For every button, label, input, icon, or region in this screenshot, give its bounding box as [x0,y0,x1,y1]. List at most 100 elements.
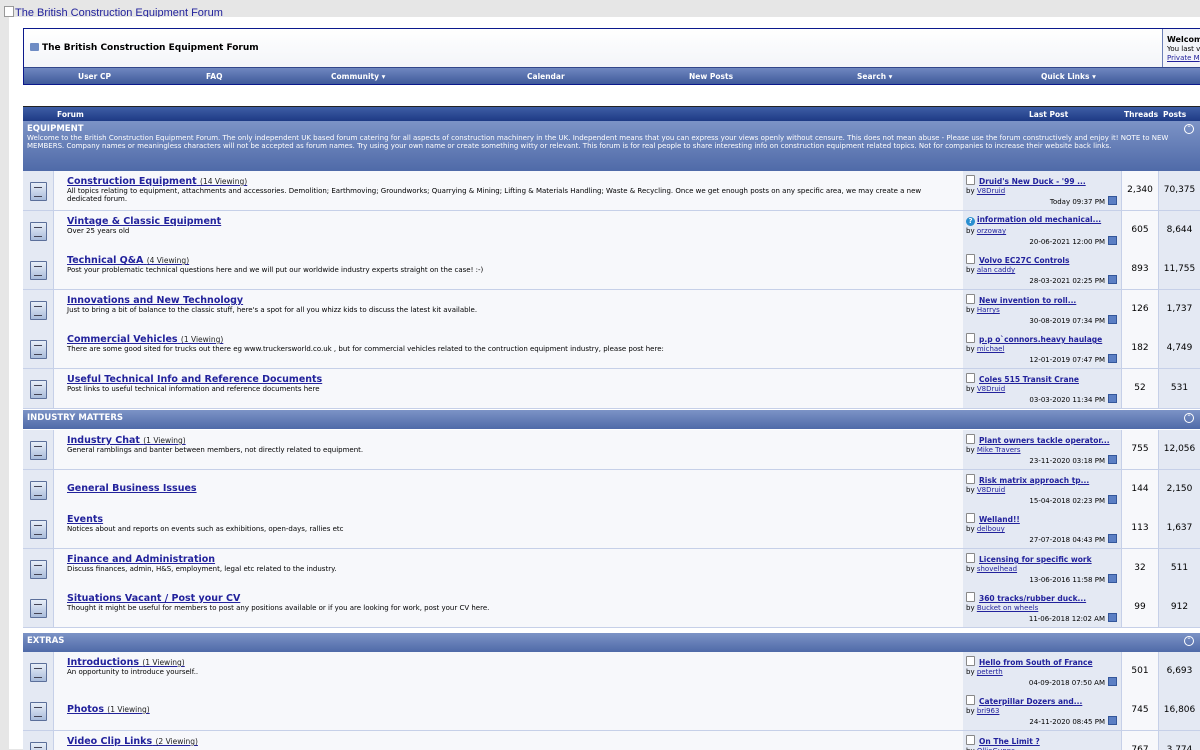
last-post-author[interactable]: V8Druid [977,486,1005,494]
forum-name[interactable]: Technical Q&A [67,255,143,266]
forum-name[interactable]: Photos [67,704,104,715]
last-post-title[interactable]: Volvo EC27C Controls [979,256,1069,265]
private-messages-link[interactable]: Private M [1167,54,1200,62]
nav-search[interactable]: Search ▾ [857,72,892,81]
go-to-last-post-icon[interactable] [1108,394,1117,403]
last-post-title[interactable]: Plant owners tackle operator... [979,436,1110,445]
forum-name-link[interactable]: Situations Vacant / Post your CV [67,593,240,604]
forum-name[interactable]: Introductions [67,657,139,668]
last-post-title-link[interactable]: Risk matrix approach tp... [966,474,1089,485]
forum-name-link[interactable]: Industry Chat (1 Viewing) [67,435,186,446]
last-post-author[interactable]: orzoway [977,227,1006,235]
forum-name[interactable]: Commercial Vehicles [67,334,178,345]
go-to-last-post-icon[interactable] [1108,574,1117,583]
nav-user-cp[interactable]: User CP [78,72,111,81]
last-post-cell: 360 tracks/rubber duck... by Bucket on wh… [963,588,1122,627]
forum-name[interactable]: General Business Issues [67,483,197,494]
forum-name-link[interactable]: Construction Equipment (14 Viewing) [67,176,247,187]
forum-name[interactable]: Video Clip Links [67,736,152,747]
forum-name-link[interactable]: Finance and Administration [67,554,215,565]
collapse-icon[interactable]: ⌃ [1184,413,1194,423]
go-to-last-post-icon[interactable] [1108,196,1117,205]
last-post-title-link[interactable]: Volvo EC27C Controls [966,254,1069,265]
last-post-author[interactable]: shovelhead [977,565,1017,573]
last-post-title[interactable]: Licensing for specific work [979,555,1092,564]
go-to-last-post-icon[interactable] [1108,677,1117,686]
last-post-author[interactable]: alan caddy [977,266,1015,274]
go-to-last-post-icon[interactable] [1108,495,1117,504]
collapse-icon[interactable]: ⌃ [1184,636,1194,646]
last-post-title[interactable]: Risk matrix approach tp... [979,476,1089,485]
last-post-title-link[interactable]: Welland!! [966,513,1020,524]
forum-name-link[interactable]: Technical Q&A (4 Viewing) [67,255,189,266]
forum-name-link[interactable]: Introductions (1 Viewing) [67,657,185,668]
last-post-title[interactable]: Coles 515 Transit Crane [979,375,1079,384]
forum-name-link[interactable]: Video Clip Links (2 Viewing) [67,736,198,747]
forum-name-link[interactable]: Photos (1 Viewing) [67,704,150,715]
last-post-title-link[interactable]: Coles 515 Transit Crane [966,373,1079,384]
category-title[interactable]: INDUSTRY MATTERS [27,413,1200,423]
nav-calendar[interactable]: Calendar [527,72,565,81]
go-to-last-post-icon[interactable] [1108,534,1117,543]
last-post-date: 23-11-2020 03:18 PM [1029,457,1105,465]
last-post-title[interactable]: Caterpillar Dozers and... [979,697,1082,706]
forum-name[interactable]: Situations Vacant / Post your CV [67,593,240,604]
last-post-title-link[interactable]: ? information old mechanical... [966,215,1101,226]
nav-community[interactable]: Community ▾ [331,72,385,81]
last-post-title[interactable]: 360 tracks/rubber duck... [979,594,1086,603]
forum-name[interactable]: Innovations and New Technology [67,295,243,306]
nav-quick-links[interactable]: Quick Links ▾ [1041,72,1096,81]
collapse-icon[interactable]: ⌃ [1184,124,1194,134]
forum-title[interactable]: The British Construction Equipment Forum [30,43,259,53]
last-post-title[interactable]: p.p o`connors.heavy haulage [979,335,1102,344]
category-title[interactable]: EXTRAS [27,636,1200,646]
last-post-title[interactable]: information old mechanical... [977,215,1101,224]
last-post-title[interactable]: New invention to roll... [979,296,1076,305]
forum-name-link[interactable]: General Business Issues [67,483,197,494]
last-post-title-link[interactable]: On The Limit ? [966,735,1040,746]
go-to-last-post-icon[interactable] [1108,716,1117,725]
forum-name[interactable]: Finance and Administration [67,554,215,565]
last-post-title-link[interactable]: Plant owners tackle operator... [966,434,1110,445]
last-post-title-link[interactable]: Hello from South of France [966,656,1093,667]
go-to-last-post-icon[interactable] [1108,275,1117,284]
last-post-author[interactable]: Bucket on wheels [977,604,1038,612]
last-post-title-link[interactable]: Druid's New Duck - '99 ... [966,175,1086,186]
go-to-last-post-icon[interactable] [1108,236,1117,245]
last-post-author[interactable]: bri963 [977,707,1000,715]
forum-name-link[interactable]: Events [67,514,103,525]
go-to-last-post-icon[interactable] [1108,613,1117,622]
forum-name[interactable]: Events [67,514,103,525]
last-post-title[interactable]: Welland!! [979,515,1020,524]
last-post-title[interactable]: Druid's New Duck - '99 ... [979,177,1086,186]
last-post-cell: Licensing for specific work by shovelhead… [963,549,1122,588]
forum-name[interactable]: Vintage & Classic Equipment [67,216,221,227]
last-post-title[interactable]: Hello from South of France [979,658,1093,667]
forum-name[interactable]: Useful Technical Info and Reference Docu… [67,374,322,385]
forum-name-link[interactable]: Vintage & Classic Equipment [67,216,221,227]
last-post-title-link[interactable]: New invention to roll... [966,294,1076,305]
forum-name-link[interactable]: Commercial Vehicles (1 Viewing) [67,334,223,345]
forum-name[interactable]: Construction Equipment [67,176,197,187]
last-post-author[interactable]: delbouy [977,525,1005,533]
last-post-title-link[interactable]: Caterpillar Dozers and... [966,695,1082,706]
nav-faq[interactable]: FAQ [206,72,222,81]
last-post-author[interactable]: V8Druid [977,385,1005,393]
category-title[interactable]: EQUIPMENT [27,124,1200,134]
last-post-author[interactable]: peterth [977,668,1003,676]
go-to-last-post-icon[interactable] [1108,315,1117,324]
last-post-title[interactable]: On The Limit ? [979,737,1040,746]
forum-name[interactable]: Industry Chat [67,435,140,446]
last-post-title-link[interactable]: Licensing for specific work [966,553,1092,564]
go-to-last-post-icon[interactable] [1108,354,1117,363]
last-post-author[interactable]: michael [977,345,1005,353]
forum-name-link[interactable]: Innovations and New Technology [67,295,243,306]
last-post-author[interactable]: Mike Travers [977,446,1021,454]
last-post-author[interactable]: Harrys [977,306,1000,314]
go-to-last-post-icon[interactable] [1108,455,1117,464]
nav-new-posts[interactable]: New Posts [689,72,733,81]
last-post-title-link[interactable]: p.p o`connors.heavy haulage [966,333,1102,344]
last-post-author[interactable]: V8Druid [977,187,1005,195]
forum-name-link[interactable]: Useful Technical Info and Reference Docu… [67,374,322,385]
last-post-title-link[interactable]: 360 tracks/rubber duck... [966,592,1086,603]
